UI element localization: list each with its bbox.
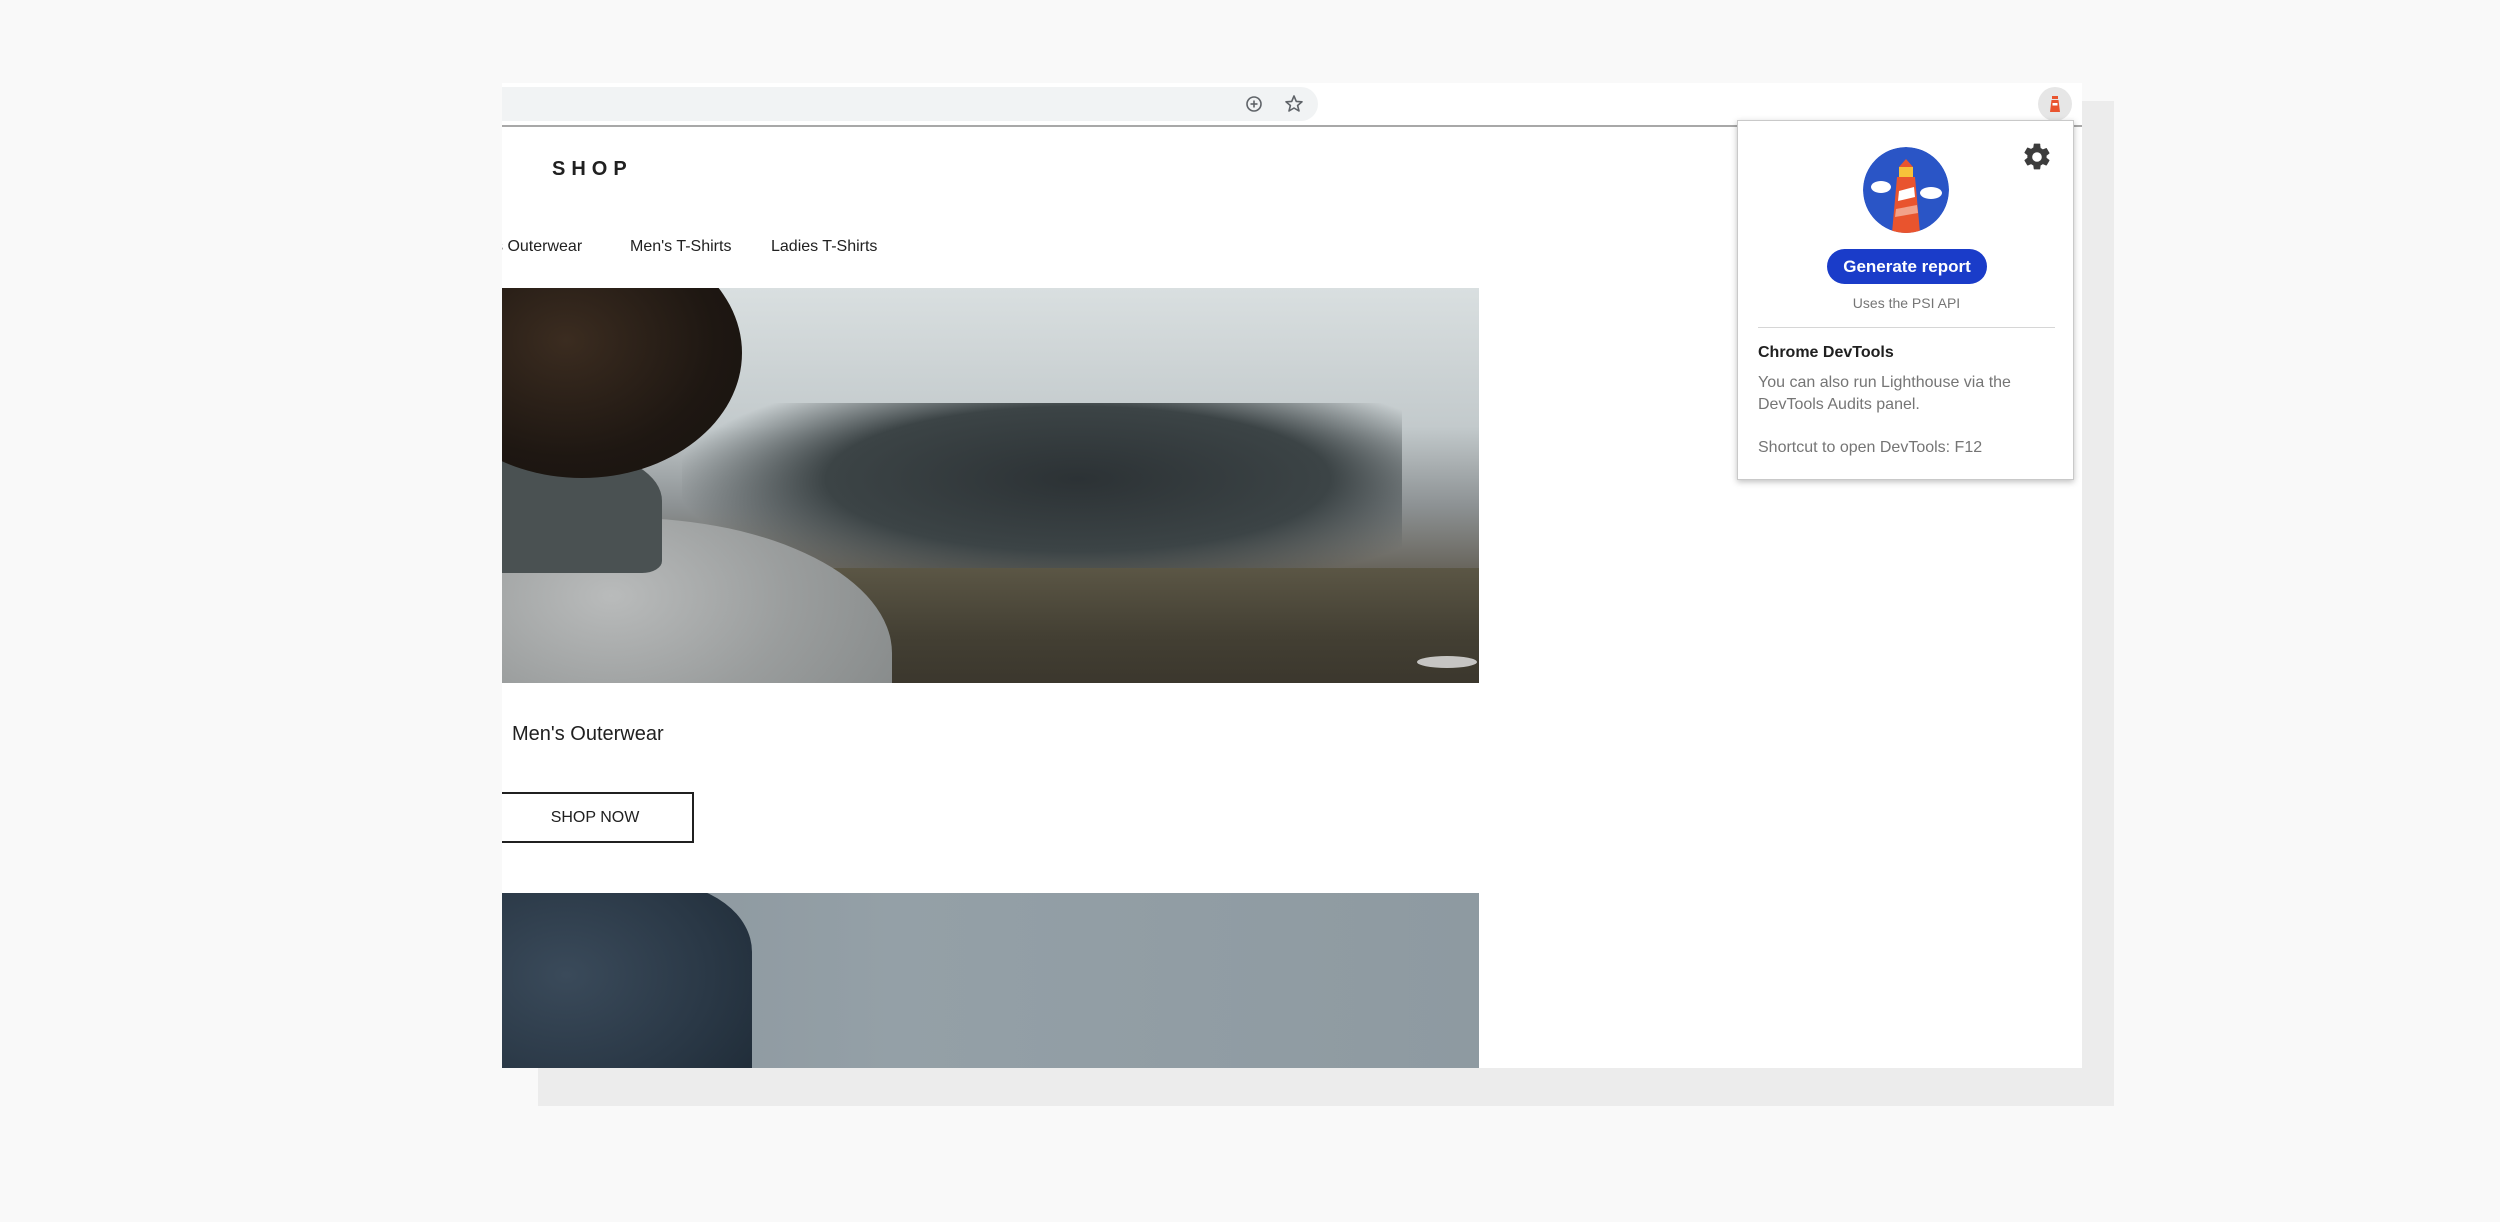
nav-link-mens-outerwear[interactable]: s Outerwear [502, 238, 582, 256]
devtools-shortcut: Shortcut to open DevTools: F12 [1758, 439, 1983, 456]
nav-link-ladies-tshirts[interactable]: Ladies T-Shirts [771, 238, 877, 256]
gear-icon[interactable] [2021, 141, 2053, 173]
lighthouse-logo-icon [1863, 147, 1949, 233]
lighthouse-extension-icon[interactable] [2038, 87, 2072, 121]
hero2-person [502, 893, 752, 1068]
devtools-heading: Chrome DevTools [1758, 344, 1894, 361]
nav-link-mens-tshirts[interactable]: Men's T-Shirts [630, 238, 731, 256]
shop-now-button[interactable]: SHOP NOW [502, 792, 694, 843]
lighthouse-popup: Generate report Uses the PSI API Chrome … [1737, 120, 2074, 480]
zoom-plus-icon[interactable] [1244, 94, 1264, 114]
hero-image-second[interactable] [502, 893, 1479, 1068]
hero-image-mens-outerwear[interactable] [502, 288, 1479, 683]
popup-divider [1758, 327, 2055, 328]
shop-logo[interactable]: SHOP [552, 158, 633, 181]
category-title: Men's Outerwear [512, 723, 664, 745]
devtools-description: You can also run Lighthouse via the DevT… [1758, 374, 2011, 413]
hero-water-glint [1417, 656, 1477, 668]
address-bar[interactable] [502, 87, 1318, 121]
star-icon[interactable] [1284, 94, 1304, 114]
psi-api-note: Uses the PSI API [1852, 295, 1961, 311]
generate-report-button[interactable]: Generate report [1827, 249, 1987, 284]
